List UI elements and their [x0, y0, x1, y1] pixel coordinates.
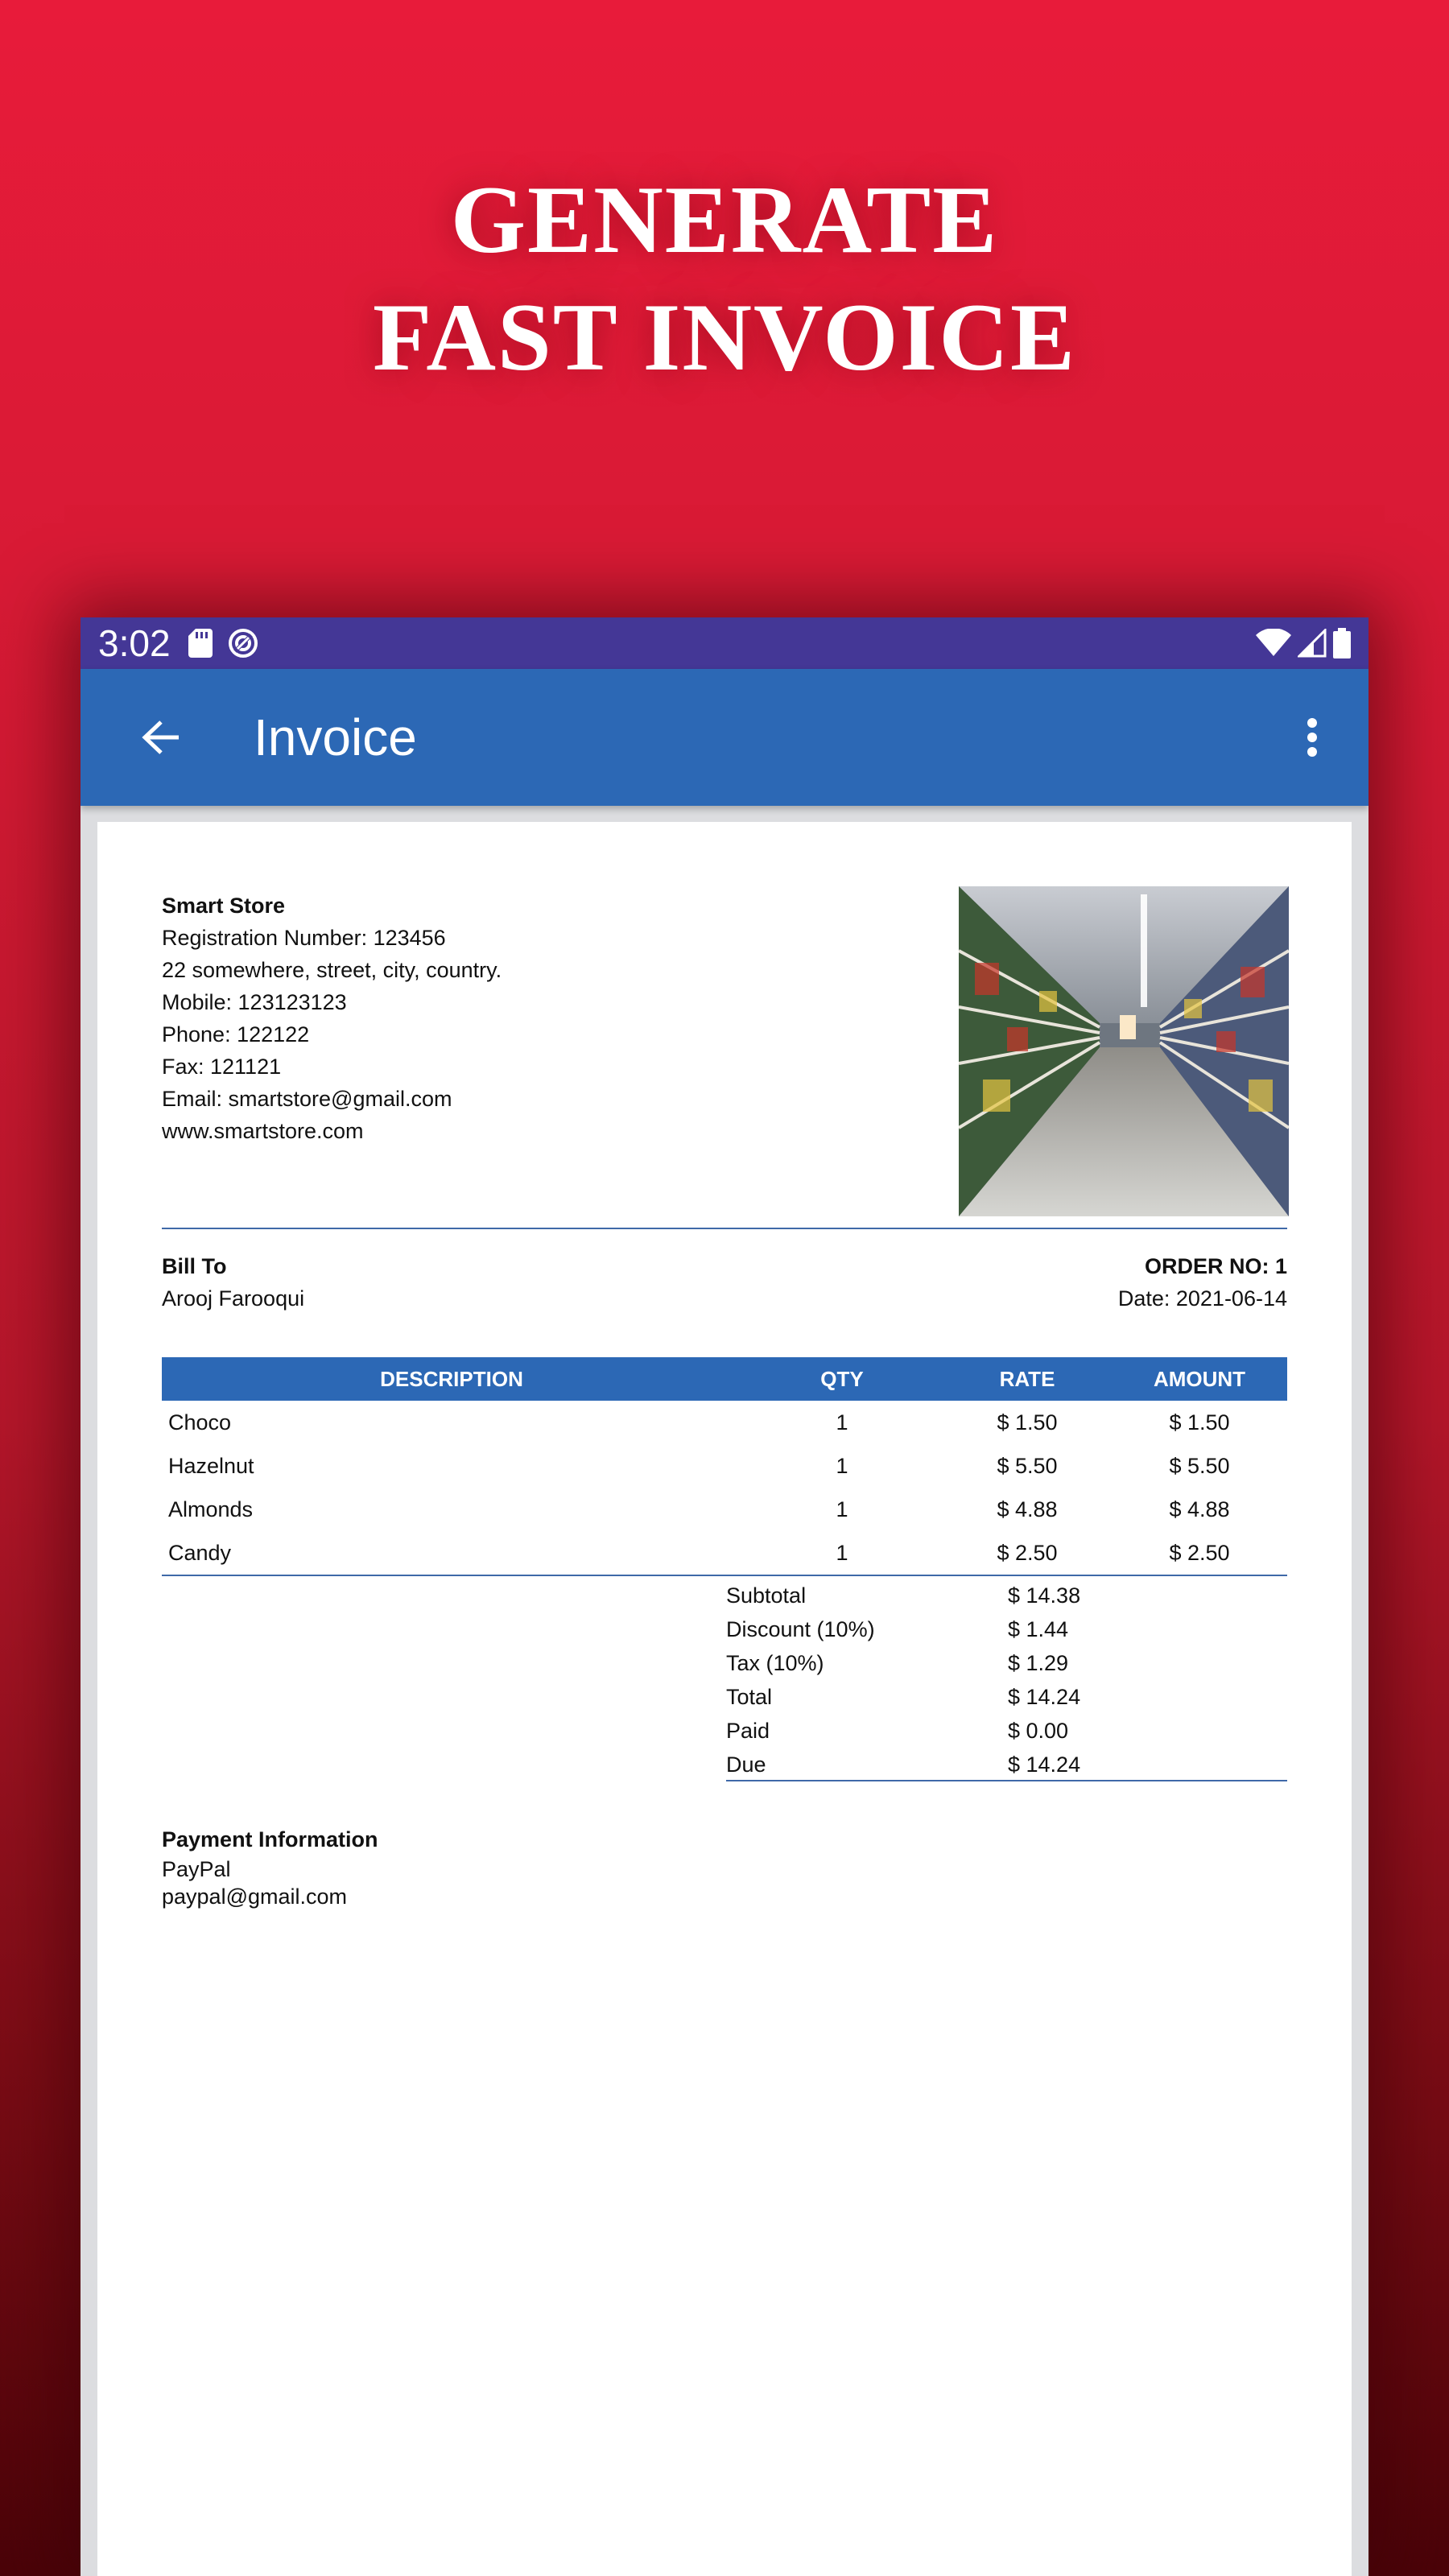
- row-description: Hazelnut: [168, 1453, 254, 1478]
- app-bar-title: Invoice: [254, 708, 417, 766]
- company-email: Email: smartstore@gmail.com: [162, 1087, 452, 1111]
- totals-row-discount: Discount (10%) $ 1.44: [726, 1612, 1287, 1646]
- order-number: ORDER NO: 1: [1144, 1254, 1287, 1278]
- company-phone: Phone: 122122: [162, 1022, 310, 1046]
- header-description: DESCRIPTION: [162, 1357, 741, 1401]
- status-time: 3:02: [98, 622, 171, 664]
- table-row: Candy 1 $ 2.50 $ 2.50: [162, 1531, 1287, 1575]
- row-description: Almonds: [168, 1496, 254, 1521]
- app-bar: Invoice: [80, 669, 1368, 806]
- totals-row-tax: Tax (10%) $ 1.29: [726, 1646, 1287, 1680]
- row-rate: $ 4.88: [997, 1496, 1058, 1521]
- store-logo-image: [959, 886, 1289, 1216]
- totals-value: $ 14.24: [1008, 1684, 1081, 1709]
- header-rate: RATE: [943, 1357, 1112, 1401]
- sd-card-icon: [188, 629, 213, 658]
- totals-label: Subtotal: [726, 1583, 807, 1608]
- company-name: Smart Store: [162, 894, 286, 918]
- totals-value: $ 1.29: [1008, 1650, 1069, 1675]
- payment-info: Payment Information PayPal paypal@gmail.…: [162, 1823, 378, 1910]
- sync-icon: [228, 629, 258, 658]
- more-vert-icon: [1307, 718, 1317, 757]
- row-description: Choco: [168, 1410, 232, 1435]
- totals-row-paid: Paid $ 0.00: [726, 1714, 1287, 1748]
- row-description: Candy: [168, 1540, 232, 1565]
- bill-to-name: Arooj Farooqui: [162, 1286, 305, 1311]
- company-address: 22 somewhere, street, city, country.: [162, 958, 502, 982]
- table-row: Hazelnut 1 $ 5.50 $ 5.50: [162, 1444, 1287, 1488]
- totals-label: Due: [726, 1752, 766, 1777]
- totals-value: $ 0.00: [1008, 1718, 1069, 1743]
- totals-value: $ 14.38: [1008, 1583, 1081, 1608]
- bill-to-label: Bill To: [162, 1254, 227, 1278]
- promo-line-1: GENERATE: [450, 166, 999, 273]
- order-info: ORDER NO: 1 Date: 2021-06-14: [1118, 1250, 1287, 1315]
- table-row: Choco 1 $ 1.50 $ 1.50: [162, 1401, 1287, 1444]
- table-row: Almonds 1 $ 4.88 $ 4.88: [162, 1488, 1287, 1531]
- row-amount: $ 4.88: [1169, 1496, 1230, 1521]
- battery-icon: [1333, 628, 1351, 658]
- payment-method: PayPal: [162, 1857, 231, 1881]
- items-table: DESCRIPTION QTY RATE AMOUNT Choco 1 $ 1.…: [162, 1357, 1287, 1575]
- header-amount: AMOUNT: [1112, 1357, 1287, 1401]
- totals-label: Tax (10%): [726, 1650, 824, 1675]
- phone-screen: 3:02 Invoice Smart Store Registration Nu…: [80, 617, 1368, 2576]
- row-qty: 1: [836, 1540, 848, 1565]
- promo-line-2: FAST INVOICE: [372, 283, 1077, 390]
- table-header-row: DESCRIPTION QTY RATE AMOUNT: [162, 1357, 1287, 1401]
- totals-value: $ 14.24: [1008, 1752, 1081, 1777]
- row-qty: 1: [836, 1453, 848, 1478]
- back-button[interactable]: [137, 713, 185, 762]
- payment-label: Payment Information: [162, 1827, 378, 1852]
- row-rate: $ 2.50: [997, 1540, 1058, 1565]
- company-info: Smart Store Registration Number: 123456 …: [162, 890, 502, 1147]
- signal-icon: [1298, 629, 1327, 658]
- totals-block: Subtotal $ 14.38 Discount (10%) $ 1.44 T…: [726, 1579, 1287, 1781]
- totals-row-total: Total $ 14.24: [726, 1680, 1287, 1714]
- row-rate: $ 1.50: [997, 1410, 1058, 1435]
- company-mobile: Mobile: 123123123: [162, 990, 347, 1014]
- row-amount: $ 5.50: [1169, 1453, 1230, 1478]
- totals-row-subtotal: Subtotal $ 14.38: [726, 1579, 1287, 1612]
- row-qty: 1: [836, 1410, 848, 1435]
- arrow-left-icon: [142, 720, 179, 754]
- status-bar: 3:02: [80, 617, 1368, 669]
- totals-divider: [726, 1780, 1287, 1781]
- row-amount: $ 1.50: [1169, 1410, 1230, 1435]
- totals-label: Discount (10%): [726, 1616, 875, 1641]
- totals-label: Paid: [726, 1718, 770, 1743]
- invoice-sheet: Smart Store Registration Number: 123456 …: [97, 822, 1352, 2576]
- table-bottom-divider: [162, 1575, 1287, 1576]
- totals-row-due: Due $ 14.24: [726, 1748, 1287, 1781]
- company-website: www.smartstore.com: [162, 1119, 364, 1143]
- order-date: Date: 2021-06-14: [1117, 1286, 1287, 1311]
- header-divider: [162, 1228, 1287, 1229]
- company-registration: Registration Number: 123456: [162, 926, 446, 950]
- totals-value: $ 1.44: [1008, 1616, 1069, 1641]
- totals-label: Total: [726, 1684, 773, 1709]
- header-qty: QTY: [741, 1357, 943, 1401]
- row-qty: 1: [836, 1496, 848, 1521]
- wifi-icon: [1256, 629, 1291, 656]
- payment-email: paypal@gmail.com: [162, 1885, 348, 1909]
- company-fax: Fax: 121121: [162, 1055, 282, 1079]
- row-rate: $ 5.50: [997, 1453, 1058, 1478]
- row-amount: $ 2.50: [1169, 1540, 1230, 1565]
- bill-to: Bill To Arooj Farooqui: [162, 1250, 304, 1315]
- overflow-menu-button[interactable]: [1296, 713, 1328, 762]
- promo-headline: GENERATE FAST INVOICE: [0, 161, 1449, 396]
